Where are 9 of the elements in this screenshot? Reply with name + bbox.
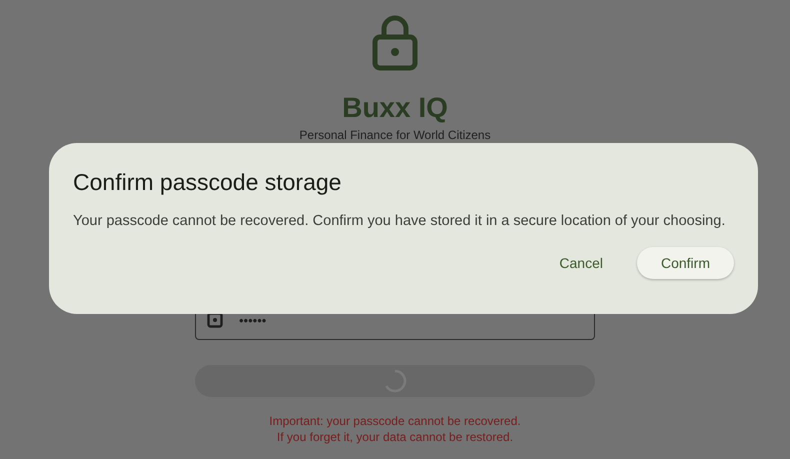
app-title: Buxx IQ — [342, 91, 448, 125]
dialog-message: Your passcode cannot be recovered. Confirm you have stored it in a secure location of your choosing. — [73, 213, 726, 229]
app-subtitle: Personal Finance for World Citizens — [299, 128, 491, 142]
warning-text: Important: your passcode cannot be recovered. — [269, 413, 521, 429]
cancel-button[interactable]: Cancel — [535, 247, 627, 279]
warning-text: If you forget it, your data cannot be restored. — [276, 429, 514, 445]
dialog-title: Confirm passcode storage — [73, 169, 342, 196]
confirm-button[interactable]: Confirm — [636, 247, 734, 279]
lock-icon — [372, 13, 418, 71]
